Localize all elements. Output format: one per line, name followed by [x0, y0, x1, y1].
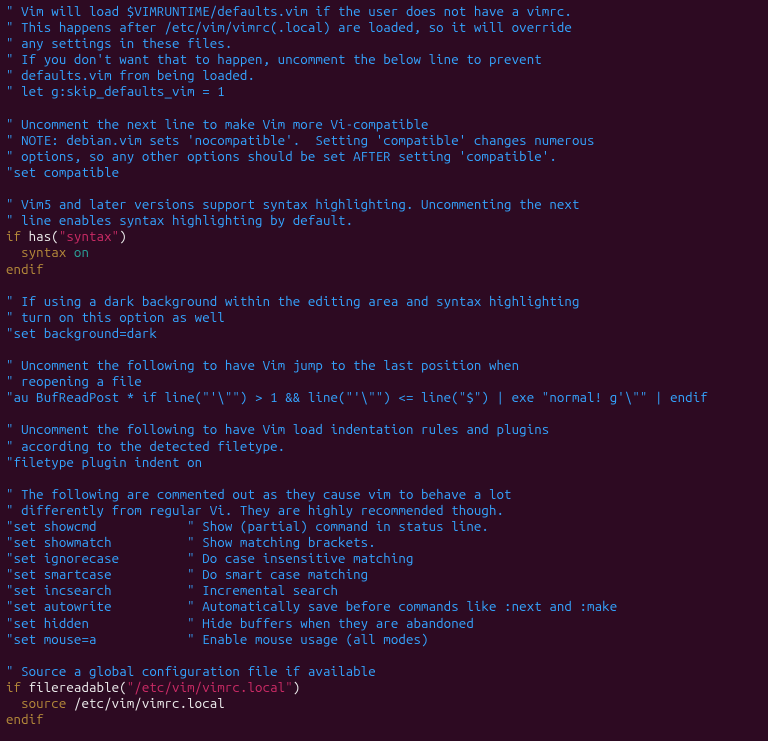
code-line [6, 471, 762, 487]
code-line: " Source a global configuration file if … [6, 664, 762, 680]
code-line: " This happens after /etc/vim/vimrc(.loc… [6, 20, 762, 36]
code-line: endif [6, 262, 762, 278]
vim-editor-buffer[interactable]: " Vim will load $VIMRUNTIME/defaults.vim… [0, 0, 768, 732]
code-line [6, 181, 762, 197]
code-line: endif [6, 712, 762, 728]
code-line: " according to the detected filetype. [6, 439, 762, 455]
code-line: "set autowrite " Automatically save befo… [6, 599, 762, 615]
code-line: "set showcmd " Show (partial) command in… [6, 519, 762, 535]
code-line: "set hidden " Hide buffers when they are… [6, 616, 762, 632]
code-line: " options, so any other options should b… [6, 149, 762, 165]
code-line [6, 342, 762, 358]
code-line: " Uncomment the following to have Vim lo… [6, 422, 762, 438]
code-line: " Uncomment the following to have Vim ju… [6, 358, 762, 374]
code-line: "au BufReadPost * if line("'\"") > 1 && … [6, 390, 762, 406]
code-line: if has("syntax") [6, 229, 762, 245]
code-line [6, 648, 762, 664]
code-line: " line enables syntax highlighting by de… [6, 213, 762, 229]
code-line: "set showmatch " Show matching brackets. [6, 535, 762, 551]
code-line: "filetype plugin indent on [6, 455, 762, 471]
code-line: " Uncomment the next line to make Vim mo… [6, 117, 762, 133]
code-line: " defaults.vim from being loaded. [6, 68, 762, 84]
code-line: " let g:skip_defaults_vim = 1 [6, 84, 762, 100]
code-line: " If you don't want that to happen, unco… [6, 52, 762, 68]
code-line [6, 101, 762, 117]
code-line: "set compatible [6, 165, 762, 181]
code-line: " If using a dark background within the … [6, 294, 762, 310]
code-line: " turn on this option as well [6, 310, 762, 326]
code-line: "set ignorecase " Do case insensitive ma… [6, 551, 762, 567]
code-line: " Vim will load $VIMRUNTIME/defaults.vim… [6, 4, 762, 20]
code-line: syntax on [6, 245, 762, 261]
code-line: " reopening a file [6, 374, 762, 390]
code-line: " any settings in these files. [6, 36, 762, 52]
code-line [6, 278, 762, 294]
code-line [6, 406, 762, 422]
code-line: " Vim5 and later versions support syntax… [6, 197, 762, 213]
code-line: " The following are commented out as the… [6, 487, 762, 503]
code-line: "set background=dark [6, 326, 762, 342]
code-line: " NOTE: debian.vim sets 'nocompatible'. … [6, 133, 762, 149]
code-line: "set mouse=a " Enable mouse usage (all m… [6, 632, 762, 648]
code-line: "set smartcase " Do smart case matching [6, 567, 762, 583]
code-line: if filereadable("/etc/vim/vimrc.local") [6, 680, 762, 696]
code-line: source /etc/vim/vimrc.local [6, 696, 762, 712]
code-line: "set incsearch " Incremental search [6, 583, 762, 599]
code-line: " differently from regular Vi. They are … [6, 503, 762, 519]
